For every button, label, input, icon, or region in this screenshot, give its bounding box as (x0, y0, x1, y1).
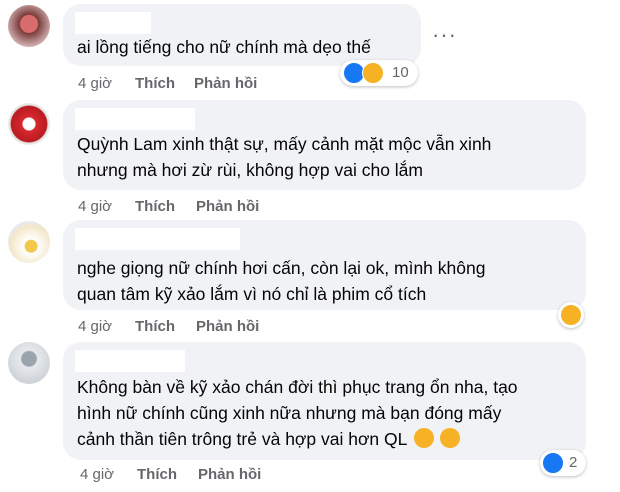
comment-actions: 4 giờ Thích Phản hồi (63, 75, 363, 95)
comment-time[interactable]: 4 giờ (80, 466, 114, 483)
like-reaction-icon (542, 452, 564, 474)
comment-time[interactable]: 4 giờ (78, 318, 112, 335)
comment-text-line: quan tâm kỹ xảo lắm vì nó chỉ là phim cổ… (77, 284, 427, 304)
like-button[interactable]: Thích (135, 318, 175, 335)
comment-text: cảnh thần tiên trông trẻ và hợp vai hơn … (77, 429, 407, 449)
redacted-author-name[interactable] (75, 12, 151, 34)
comment-bubble: ai lồng tiếng cho nữ chính mà dẹo thế (63, 4, 421, 66)
comment-text: ai lồng tiếng cho nữ chính mà dẹo thế (77, 37, 371, 57)
reaction-count: 2 (569, 454, 578, 471)
reaction-summary[interactable] (558, 302, 584, 328)
comment-bubble: Quỳnh Lam xinh thật sự, mấy cảnh mặt mộc… (63, 100, 586, 190)
haha-reaction-icon (560, 304, 582, 326)
comment-bubble: nghe giọng nữ chính hơi cấn, còn lại ok,… (63, 220, 586, 310)
reaction-count: 10 (392, 64, 409, 81)
comment-time[interactable]: 4 giờ (78, 75, 112, 92)
comment-text-line: nghe giọng nữ chính hơi cấn, còn lại ok,… (77, 258, 486, 278)
comment-time[interactable]: 4 giờ (78, 198, 112, 215)
reply-button[interactable]: Phản hồi (198, 466, 261, 483)
redacted-author-name[interactable] (75, 350, 185, 372)
comment-text-line: nhưng mà hơi zừ rùi, không hợp vai cho l… (77, 160, 423, 180)
haha-reaction-icon (362, 62, 384, 84)
laughing-emoji-icon (413, 428, 434, 448)
comment-actions: 4 giờ Thích Phản hồi (63, 318, 363, 338)
like-button[interactable]: Thích (137, 466, 177, 483)
reaction-summary[interactable]: 10 (340, 60, 418, 86)
comment-text-line: hình nữ chính cũng xinh nữa nhưng mà bạn… (77, 403, 502, 423)
avatar[interactable] (8, 103, 50, 145)
reply-button[interactable]: Phản hồi (196, 198, 259, 215)
redacted-author-name[interactable] (75, 228, 240, 250)
like-button[interactable]: Thích (135, 198, 175, 215)
like-button[interactable]: Thích (135, 75, 175, 92)
comment-text-line: Không bàn về kỹ xảo chán đời thì phục tr… (77, 377, 518, 397)
comment-text-line: Quỳnh Lam xinh thật sự, mấy cảnh mặt mộc… (77, 134, 492, 154)
avatar[interactable] (8, 221, 50, 263)
comment-actions: 4 giờ Thích Phản hồi (63, 198, 363, 218)
more-options-icon[interactable]: ··· (432, 22, 457, 48)
redacted-author-name[interactable] (75, 108, 195, 130)
avatar[interactable] (8, 342, 50, 384)
reaction-summary[interactable]: 2 (540, 450, 586, 476)
reply-button[interactable]: Phản hồi (196, 318, 259, 335)
reply-button[interactable]: Phản hồi (194, 75, 257, 92)
comment-text-line: cảnh thần tiên trông trẻ và hợp vai hơn … (77, 426, 461, 452)
comment-actions: 4 giờ Thích Phản hồi (63, 466, 363, 486)
comment-bubble: Không bàn về kỹ xảo chán đời thì phục tr… (63, 342, 586, 460)
laughing-emoji-icon (440, 428, 461, 448)
avatar[interactable] (8, 5, 50, 47)
